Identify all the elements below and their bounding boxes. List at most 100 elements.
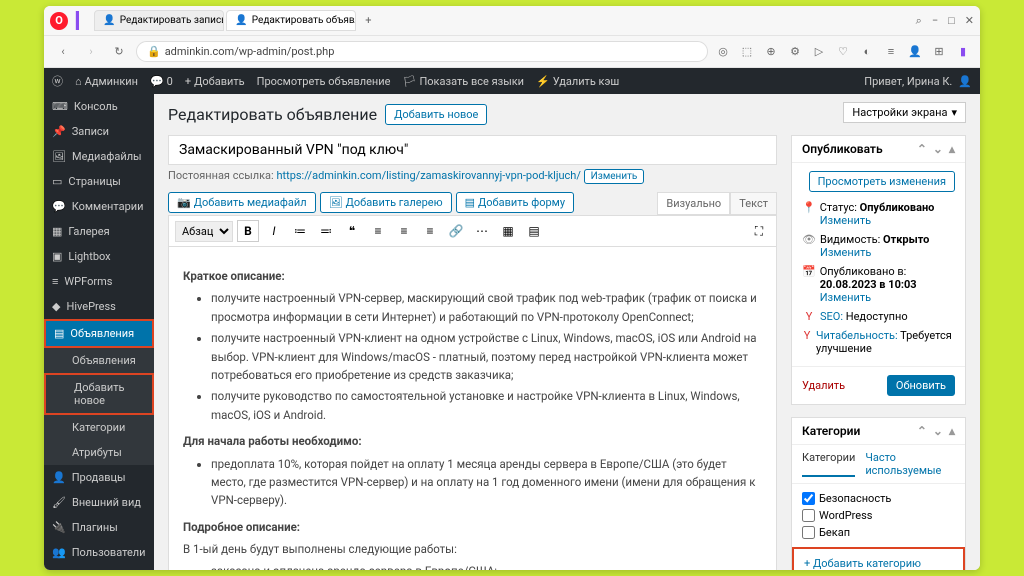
ext-icon[interactable]: ⚙	[786, 45, 804, 58]
more-icon[interactable]: ⋯	[471, 220, 493, 242]
menu-item[interactable]: ≡WPForms	[44, 269, 154, 294]
new-tab-button[interactable]: +	[358, 10, 378, 30]
menu-item[interactable]: ▣Lightbox	[44, 244, 154, 269]
category-checkbox[interactable]	[802, 509, 815, 522]
ext-icon[interactable]: ⊞	[930, 45, 948, 58]
browser-tab[interactable]: 👤 Редактировать объявле...	[226, 10, 356, 31]
toggle-icon[interactable]: ▦	[497, 220, 519, 242]
ext-icon[interactable]: ◎	[714, 45, 732, 58]
back-icon[interactable]: ‹	[52, 41, 74, 63]
screen-options[interactable]: Настройки экрана ▾	[843, 102, 966, 123]
add-media-button[interactable]: 📷 Добавить медиафайл	[168, 192, 316, 213]
link-icon[interactable]: 🔗	[445, 220, 467, 242]
quote-icon[interactable]: ❝	[341, 220, 363, 242]
site-link[interactable]: ⌂ Админкин	[75, 75, 138, 88]
ol-icon[interactable]: ≕	[315, 220, 337, 242]
menu-item[interactable]: 👥Пользователи	[44, 540, 154, 565]
post-title-input[interactable]	[168, 135, 777, 165]
close-icon[interactable]: ✕	[965, 14, 974, 28]
read-link[interactable]: Читабельность:	[816, 329, 898, 342]
url-field[interactable]: 🔒adminkin.com/wp-admin/post.php	[136, 41, 708, 62]
wp-logo-icon[interactable]: ⓦ	[52, 73, 63, 89]
edit-link[interactable]: Изменить	[820, 214, 871, 227]
submenu-item[interactable]: Категории	[44, 415, 154, 440]
menu-item[interactable]: 🖼Медиафайлы	[44, 144, 154, 169]
ext-icon[interactable]: ▷	[810, 45, 828, 58]
category-option[interactable]: Бекап	[802, 524, 955, 541]
toggle-icon[interactable]: ▴	[949, 424, 955, 438]
add-new-link[interactable]: + Добавить	[185, 75, 245, 88]
comments-link[interactable]: 💬 0	[150, 75, 173, 88]
chevron-up-icon[interactable]: ⌃	[917, 142, 927, 156]
submenu-item[interactable]: Атрибуты	[44, 440, 154, 465]
menu-item[interactable]: 💬Комментарии	[44, 194, 154, 219]
update-button[interactable]: Обновить	[887, 375, 955, 396]
edit-link[interactable]: Изменить	[820, 246, 871, 259]
ext-icon[interactable]: ♡	[834, 45, 852, 58]
toggle-icon[interactable]: ▴	[949, 142, 955, 156]
menu-item[interactable]: 📌Записи	[44, 119, 154, 144]
visual-tab[interactable]: Визуально	[657, 192, 730, 214]
menu-item[interactable]: 🔧Инструменты	[44, 565, 154, 570]
category-option[interactable]: Безопасность	[802, 490, 955, 507]
fullscreen-icon[interactable]: ⛶	[748, 220, 770, 242]
edit-link[interactable]: Изменить	[820, 291, 871, 304]
menu-item[interactable]: ◆HivePress	[44, 294, 154, 319]
editor-content[interactable]: Краткое описание: получите настроенный V…	[168, 247, 777, 570]
submenu-item[interactable]: Объявления	[44, 348, 154, 373]
ext-icon[interactable]: ≡	[882, 45, 900, 58]
ext-icon[interactable]: 👤	[906, 45, 924, 58]
add-category-link[interactable]: + Добавить категорию	[804, 557, 921, 570]
text-tab[interactable]: Текст	[730, 192, 777, 214]
browser-tab[interactable]: 👤 Редактировать запись	[94, 10, 224, 31]
ext-icon[interactable]: ◐	[858, 45, 876, 58]
langs-link[interactable]: 🏳 Показать все языки	[402, 75, 524, 88]
ext-icon[interactable]: ▮	[954, 45, 972, 58]
minimize-icon[interactable]: −	[932, 14, 938, 28]
maximize-icon[interactable]: □	[948, 14, 955, 28]
search-icon[interactable]: ⌕	[916, 14, 922, 28]
menu-announcements[interactable]: ▤Объявления	[46, 321, 152, 346]
toggle-icon[interactable]: ▤	[523, 220, 545, 242]
permalink-url[interactable]: https://adminkin.com/listing/zamaskirova…	[276, 169, 580, 182]
menu-item[interactable]: 🖌Внешний вид	[44, 490, 154, 515]
add-gallery-button[interactable]: 🖼 Добавить галерею	[320, 192, 452, 213]
reload-icon[interactable]: ↻	[108, 41, 130, 63]
menu-item[interactable]: ▦Галерея	[44, 219, 154, 244]
add-form-button[interactable]: ▤ Добавить форму	[456, 192, 574, 213]
category-checkbox[interactable]	[802, 492, 815, 505]
bold-icon[interactable]: B	[237, 220, 259, 242]
italic-icon[interactable]: I	[263, 220, 285, 242]
menu-item[interactable]: ⌨Консоль	[44, 94, 154, 119]
align-left-icon[interactable]: ≡	[367, 220, 389, 242]
menu-icon: 👥	[52, 546, 66, 559]
format-select[interactable]: Абзац	[175, 221, 233, 242]
menu-item[interactable]: 👤Продавцы	[44, 465, 154, 490]
submenu-add-new[interactable]: Добавить новое	[46, 375, 152, 413]
avatar-icon[interactable]: 👤	[958, 75, 972, 88]
cat-tab-all[interactable]: Категории	[802, 451, 855, 477]
category-option[interactable]: WordPress	[802, 507, 955, 524]
align-center-icon[interactable]: ≡	[393, 220, 415, 242]
ext-icon[interactable]: ⊕	[762, 45, 780, 58]
preview-button[interactable]: Просмотреть изменения	[809, 171, 955, 192]
view-link[interactable]: Просмотреть объявление	[257, 75, 391, 88]
delete-link[interactable]: Удалить	[802, 379, 845, 392]
add-new-button[interactable]: Добавить новое	[385, 104, 487, 125]
greeting[interactable]: Привет, Ирина К.	[864, 75, 952, 88]
category-checkbox[interactable]	[802, 526, 815, 539]
menu-item[interactable]: 🔌Плагины	[44, 515, 154, 540]
cache-link[interactable]: ⚡ Удалить кэш	[536, 75, 619, 88]
edit-slug-button[interactable]: Изменить	[584, 169, 645, 184]
chevron-up-icon[interactable]: ⌃	[917, 424, 927, 438]
chevron-down-icon[interactable]: ⌄	[933, 424, 943, 438]
ext-icon[interactable]: ⬚	[738, 45, 756, 58]
forward-icon[interactable]: ›	[80, 41, 102, 63]
align-right-icon[interactable]: ≡	[419, 220, 441, 242]
cat-tab-popular[interactable]: Часто используемые	[865, 451, 955, 477]
seo-link[interactable]: SEO:	[820, 310, 843, 323]
chevron-down-icon[interactable]: ⌄	[933, 142, 943, 156]
sidebar-toggle-icon[interactable]: ▎	[76, 11, 88, 30]
menu-item[interactable]: ▭Страницы	[44, 169, 154, 194]
ul-icon[interactable]: ≔	[289, 220, 311, 242]
